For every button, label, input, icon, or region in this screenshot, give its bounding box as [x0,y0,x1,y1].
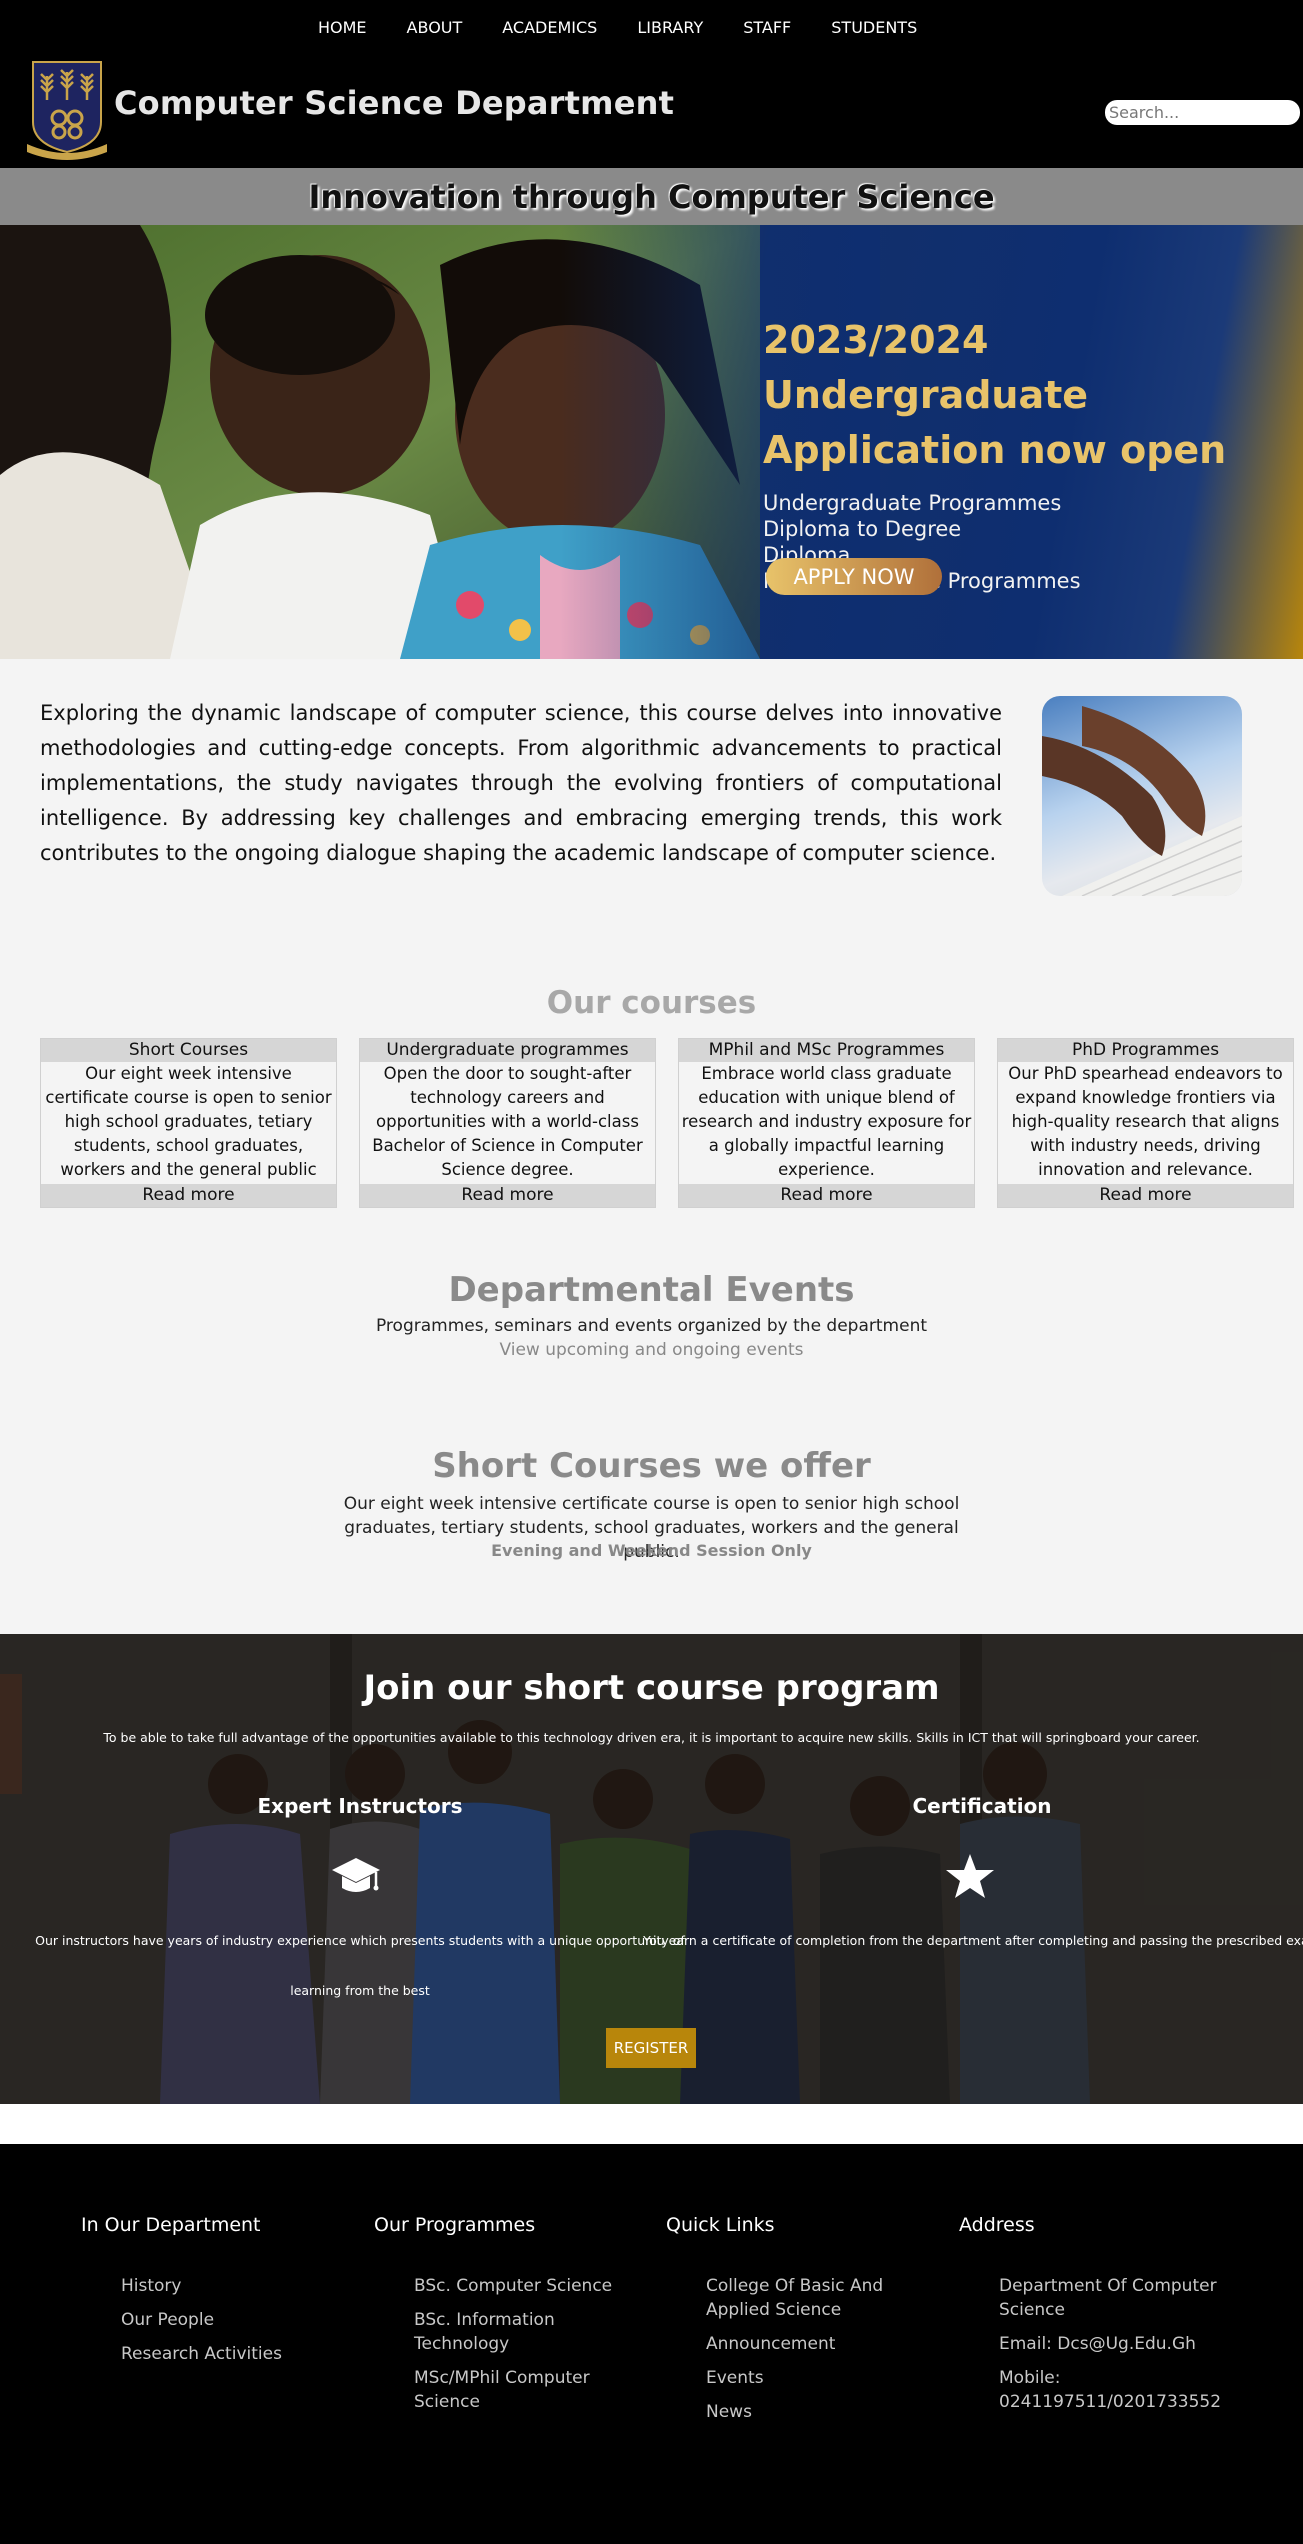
footer-email[interactable]: Email: Dcs@Ug.Edu.Gh [999,2332,1219,2356]
main-nav: HOME ABOUT ACADEMICS LIBRARY STAFF STUDE… [318,18,957,37]
footer-link-bsc-it[interactable]: BSc. Information Technology [414,2308,634,2356]
footer-column-quick-links: Quick Links College Of Basic And Applied… [666,2214,926,2434]
course-card-undergraduate: Undergraduate programmes Open the door t… [359,1038,656,1208]
star-icon [946,1854,994,1898]
course-card-title: MPhil and MSc Programmes [679,1039,974,1062]
footer-link-college[interactable]: College Of Basic And Applied Science [706,2274,926,2322]
nav-home[interactable]: HOME [318,18,367,37]
read-more-link[interactable]: Read more [998,1184,1293,1207]
nav-academics[interactable]: ACADEMICS [502,18,597,37]
hero-programme-item: Diploma to Degree [763,517,962,541]
footer-mobile: Mobile: 0241197511/0201733552 [999,2368,1222,2412]
nav-staff[interactable]: STAFF [743,18,791,37]
session-note: Evening and Weekend Session Only [491,1541,812,1560]
course-card-description: Our PhD spearhead endeavors to expand kn… [1008,1064,1283,1179]
footer-link-events[interactable]: Events [706,2366,926,2390]
events-heading: Departmental Events [448,1270,855,1310]
footer-column-programmes: Our Programmes BSc. Computer Science BSc… [374,2214,634,2424]
course-card-mphil-msc: MPhil and MSc Programmes Embrace world c… [678,1038,975,1208]
section-divider [0,2104,1303,2144]
footer-link-news[interactable]: News [706,2400,926,2424]
apply-now-button[interactable]: APPLY NOW [766,558,942,595]
course-card-title: Undergraduate programmes [360,1039,655,1062]
nav-library[interactable]: LIBRARY [637,18,703,37]
footer-link-research[interactable]: Research Activities [121,2342,361,2366]
footer-link-msc-mphil[interactable]: MSc/MPhil Computer Science [414,2366,634,2414]
short-courses-heading: Short Courses we offer [432,1446,871,1486]
hero-programme-item: Undergraduate Programmes [763,491,1062,515]
nav-about[interactable]: ABOUT [407,18,463,37]
footer-column-address: Address Department Of Computer Science E… [959,2214,1222,2424]
course-card-title: Short Courses [41,1039,336,1062]
footer-link-bsc-cs[interactable]: BSc. Computer Science [414,2274,634,2298]
graduation-cap-icon [332,1858,380,1892]
footer-heading: Quick Links [666,2214,775,2236]
course-card-title: PhD Programmes [998,1039,1293,1062]
register-button[interactable]: REGISTER [606,2028,696,2068]
course-card-description: Open the door to sought-after technology… [372,1064,643,1179]
footer-column-department: In Our Department History Our People Res… [81,2214,361,2376]
course-card-description: Our eight week intensive certificate cou… [45,1064,332,1179]
footer-heading: Our Programmes [374,2214,536,2236]
search-input[interactable] [1105,100,1300,125]
tagline-bar: Innovation through Computer Science [0,168,1303,225]
view-events-link[interactable]: View upcoming and ongoing events [0,1340,1303,1360]
hero-headline-line2: Application now open [763,428,1227,472]
join-subtitle: To be able to take full advantage of the… [103,1730,1200,1745]
course-card-short: Short Courses Our eight week intensive c… [40,1038,337,1208]
join-title: Join our short course program [363,1668,940,1708]
footer-link-announcement[interactable]: Announcement [706,2332,926,2356]
university-crest-logo[interactable] [25,58,109,160]
read-more-link[interactable]: Read more [41,1184,336,1207]
footer-link-history[interactable]: History [121,2274,361,2298]
footer-link-our-people[interactable]: Our People [121,2308,361,2332]
department-title[interactable]: Computer Science Department [114,84,674,122]
hero-text-block: 2023/2024 Undergraduate Application now … [763,313,1303,594]
footer-heading: In Our Department [81,2214,261,2236]
read-more-link[interactable]: Read more [360,1184,655,1207]
read-more-link[interactable]: Read more [679,1184,974,1207]
intro-paragraph: Exploring the dynamic landscape of compu… [40,701,1002,865]
course-card-phd: PhD Programmes Our PhD spearhead endeavo… [997,1038,1294,1208]
hero-banner: 2023/2024 Undergraduate Application now … [0,225,1303,659]
feature-text-instructors: Our instructors have years of industry e… [35,1933,685,1998]
keyboard-hands-image [1042,696,1242,896]
footer-address-department: Department Of Computer Science [999,2276,1217,2320]
site-header: HOME ABOUT ACADEMICS LIBRARY STAFF STUDE… [0,0,1303,168]
course-card-description: Embrace world class graduate education w… [681,1064,972,1179]
feature-title-certification: Certification [912,1794,1052,1818]
events-subtitle: Programmes, seminars and events organize… [375,1316,928,1336]
site-footer: In Our Department History Our People Res… [0,2144,1303,2544]
nav-students[interactable]: STUDENTS [831,18,917,37]
feature-title-instructors: Expert Instructors [257,1794,463,1818]
feature-text-certification: You earn a certificate of completion fro… [643,1933,1303,1948]
courses-heading: Our courses [546,985,757,1021]
footer-heading: Address [959,2214,1035,2236]
tagline-text: Innovation through Computer Science [308,177,995,216]
hero-headline-line1: 2023/2024 Undergraduate [763,318,1089,417]
